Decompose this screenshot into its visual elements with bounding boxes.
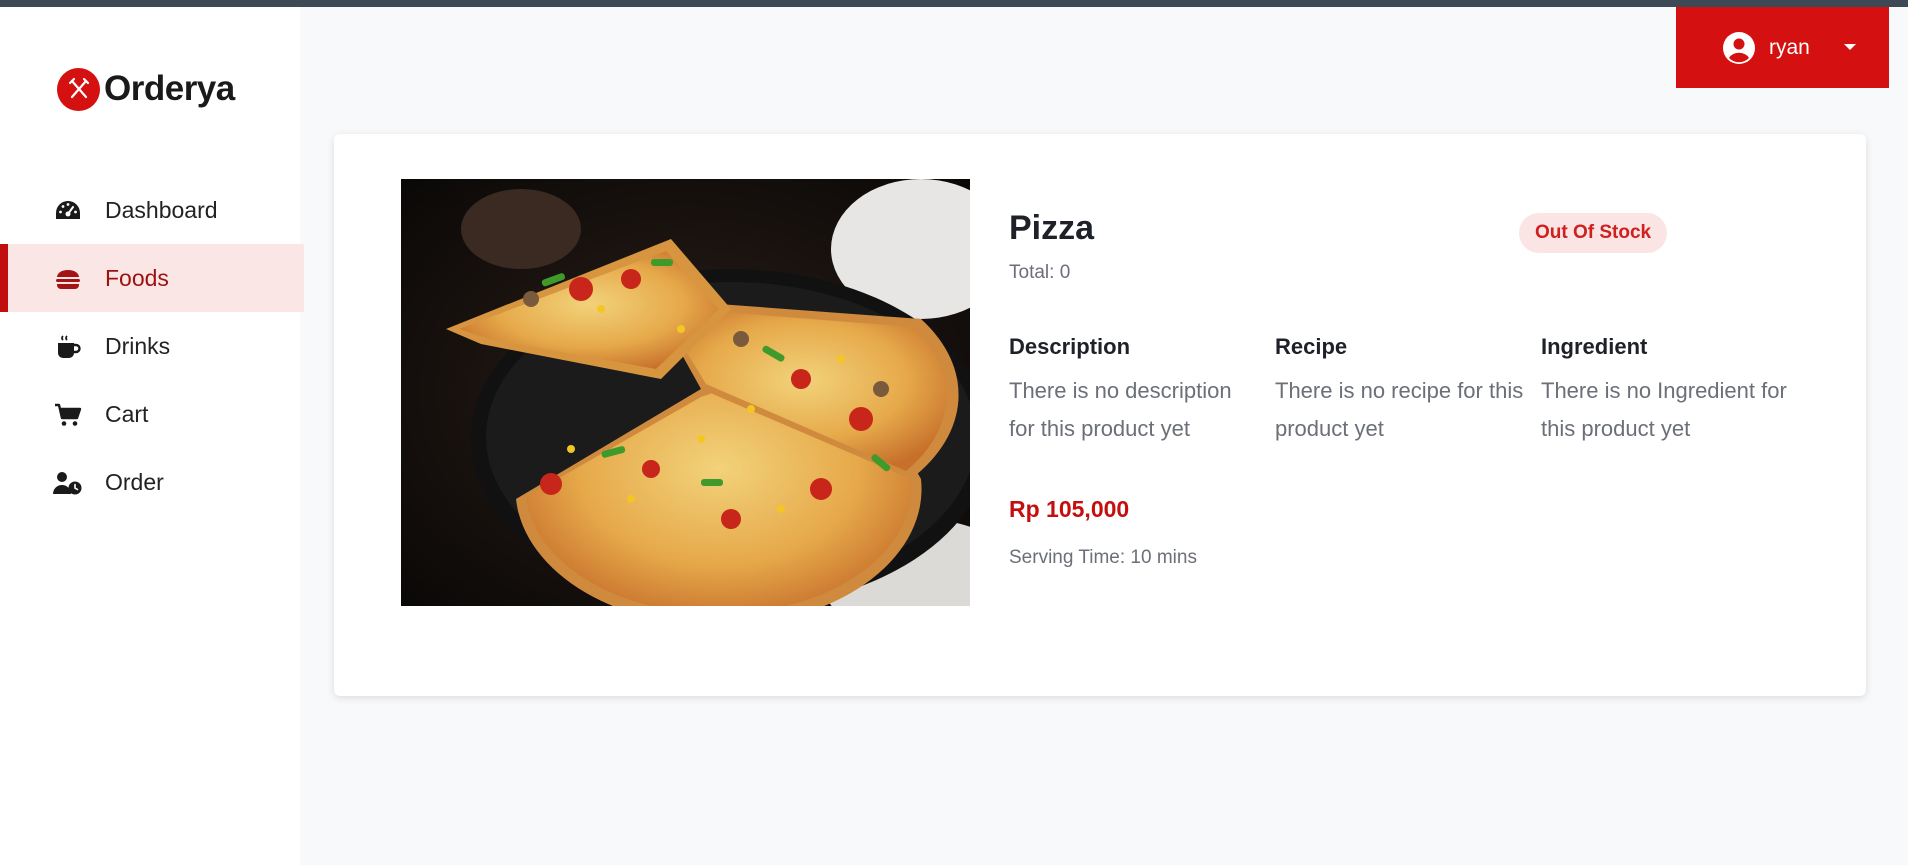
cart-icon xyxy=(53,402,83,428)
sidebar-item-order[interactable]: Order xyxy=(0,448,304,516)
product-total: Total: 0 xyxy=(1009,262,1071,283)
product-title: Pizza xyxy=(1009,209,1095,247)
serving-time: Serving Time: 10 mins xyxy=(1009,547,1197,568)
ingredient-heading: Ingredient xyxy=(1541,334,1648,359)
user-circle-icon xyxy=(1722,31,1756,65)
logo[interactable]: Orderya xyxy=(57,67,235,111)
product-card: Pizza Total: 0 Out Of Stock Description … xyxy=(334,134,1866,696)
tachometer-icon xyxy=(53,198,83,224)
fork-knife-icon xyxy=(57,67,100,111)
user-clock-icon xyxy=(53,470,83,496)
sidebar-item-cart[interactable]: Cart xyxy=(0,380,304,448)
sidebar-item-label: Order xyxy=(105,469,164,495)
description-text: There is no description for this product… xyxy=(1009,378,1232,441)
sidebar: Orderya Dashboard Foods Drinks Cart Orde… xyxy=(0,7,304,865)
sidebar-item-label: Dashboard xyxy=(105,197,218,223)
ingredient-section: Ingredient There is no Ingredient for th… xyxy=(1541,334,1791,448)
recipe-section: Recipe There is no recipe for this produ… xyxy=(1275,334,1525,448)
recipe-heading: Recipe xyxy=(1275,334,1348,359)
recipe-text: There is no recipe for this product yet xyxy=(1275,378,1524,441)
user-name: ryan xyxy=(1769,36,1810,59)
description-section: Description There is no description for … xyxy=(1009,334,1259,448)
top-strip xyxy=(0,0,1908,7)
sidebar-item-label: Cart xyxy=(105,401,149,427)
product-image xyxy=(401,179,970,606)
status-badge: Out Of Stock xyxy=(1519,213,1668,253)
user-menu-button[interactable]: ryan xyxy=(1676,7,1889,88)
sidebar-item-foods[interactable]: Foods xyxy=(0,244,304,312)
ingredient-text: There is no Ingredient for this product … xyxy=(1541,378,1787,441)
mug-icon xyxy=(53,334,83,360)
sidebar-item-drinks[interactable]: Drinks xyxy=(0,312,304,380)
sidebar-item-label: Drinks xyxy=(105,333,171,359)
sidebar-item-label: Foods xyxy=(105,265,169,291)
chevron-down-icon xyxy=(1844,44,1856,50)
description-heading: Description xyxy=(1009,334,1131,359)
app-name: Orderya xyxy=(104,69,235,108)
product-price: Rp 105,000 xyxy=(1009,496,1130,522)
sidebar-item-dashboard[interactable]: Dashboard xyxy=(0,176,304,244)
burger-icon xyxy=(53,266,83,292)
